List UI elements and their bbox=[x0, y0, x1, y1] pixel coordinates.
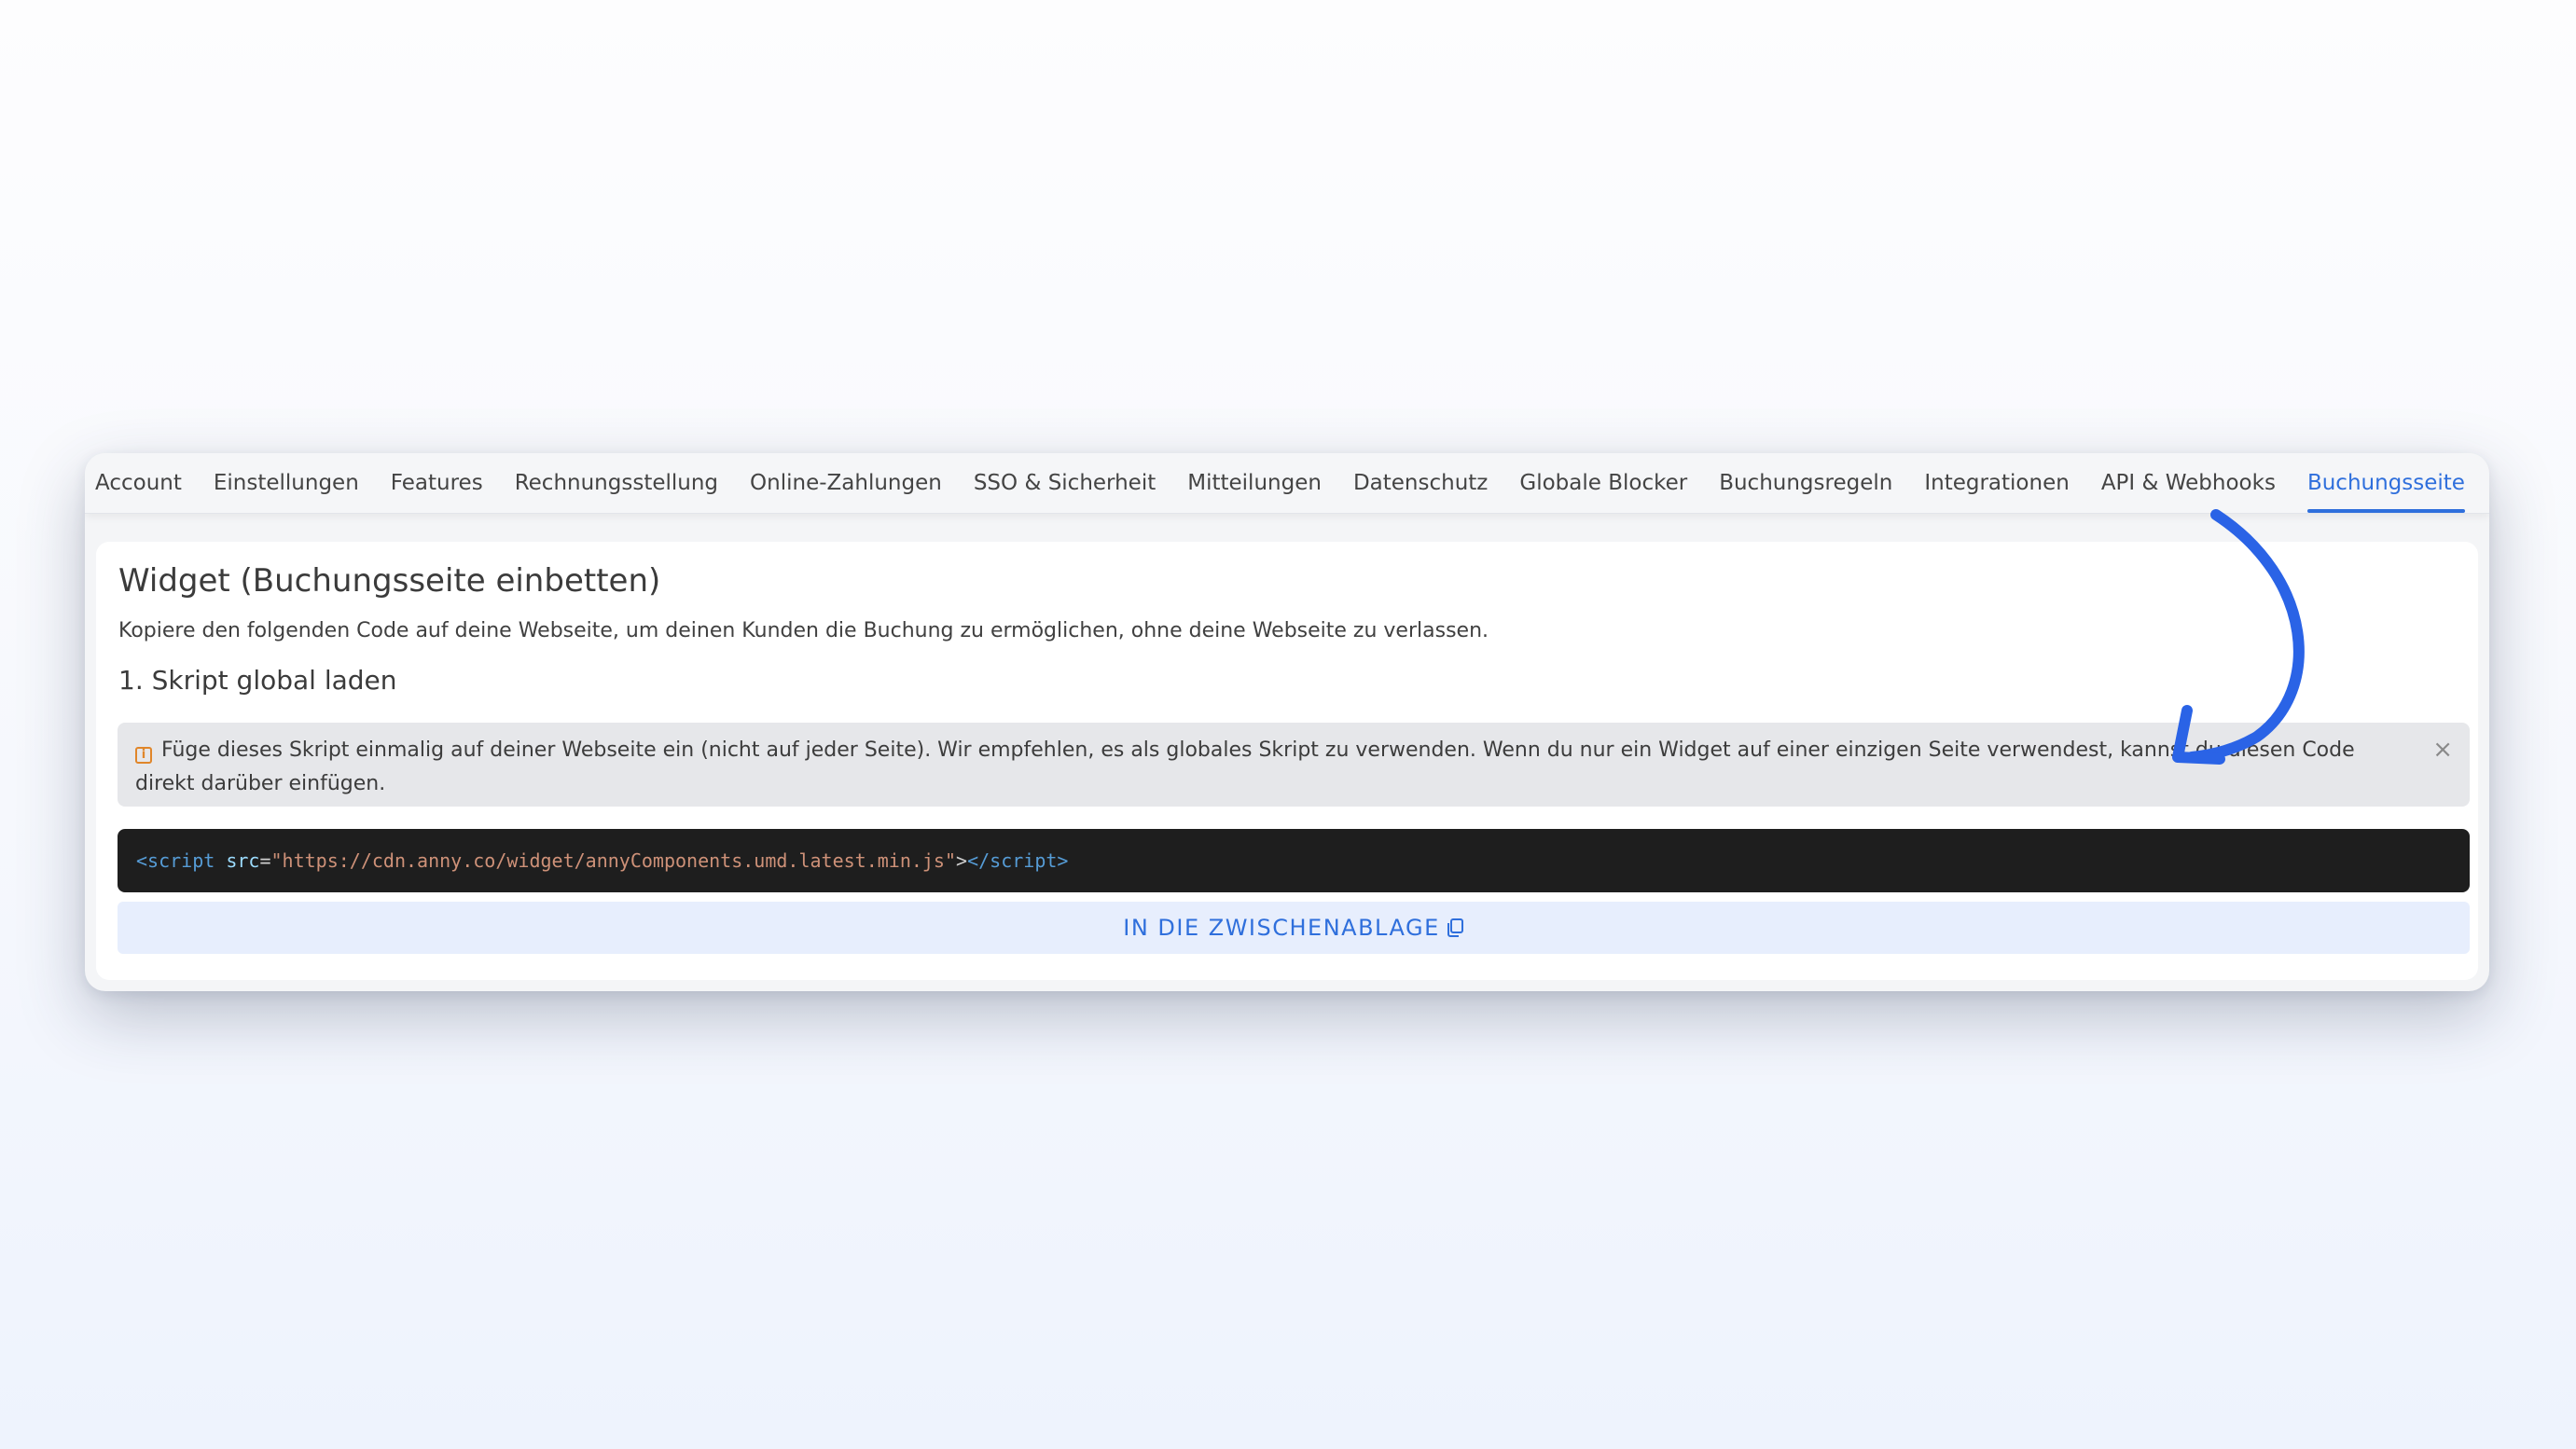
card-description: Kopiere den folgenden Code auf deine Web… bbox=[118, 619, 1489, 642]
tab-sso-sicherheit[interactable]: SSO & Sicherheit bbox=[974, 453, 1156, 513]
settings-window: Account Einstellungen Features Rechnungsste… bbox=[85, 453, 2489, 991]
code-close-tag: </script bbox=[967, 849, 1058, 872]
copy-icon bbox=[1447, 918, 1463, 937]
tab-mitteilungen[interactable]: Mitteilungen bbox=[1187, 453, 1322, 513]
tab-account[interactable]: Account bbox=[95, 453, 182, 513]
settings-tab-bar: Account Einstellungen Features Rechnungsste… bbox=[85, 453, 2489, 514]
code-snippet[interactable]: <script src="https://cdn.anny.co/widget/… bbox=[118, 829, 2470, 892]
code-equals: = bbox=[259, 849, 271, 872]
card-title: Widget (Buchungsseite einbetten) bbox=[118, 562, 661, 600]
tab-online-zahlungen[interactable]: Online-Zahlungen bbox=[750, 453, 942, 513]
tab-buchungsregeln[interactable]: Buchungsregeln bbox=[1719, 453, 1892, 513]
tab-buchungsseite[interactable]: Buchungsseite bbox=[2306, 453, 2465, 513]
code-end-gt: > bbox=[1057, 849, 1069, 872]
info-icon: i bbox=[135, 747, 152, 764]
code-gt: > bbox=[956, 849, 968, 872]
section-title: 1. Skript global laden bbox=[118, 665, 397, 696]
tab-integrationen[interactable]: Integrationen bbox=[1924, 453, 2069, 513]
close-icon[interactable]: × bbox=[2432, 736, 2453, 764]
info-alert: i Füge dieses Skript einmalig auf deiner … bbox=[118, 723, 2470, 807]
code-attr-value: "https://cdn.anny.co/widget/annyComponen… bbox=[270, 849, 957, 872]
tab-datenschutz[interactable]: Datenschutz bbox=[1353, 453, 1488, 513]
alert-text-wrap: i Füge dieses Skript einmalig auf deiner … bbox=[135, 738, 2355, 795]
tab-api-webhooks[interactable]: API & Webhooks bbox=[2101, 453, 2276, 513]
code-open-tag: <script bbox=[136, 849, 215, 872]
alert-text: Füge dieses Skript einmalig auf deiner W… bbox=[135, 738, 2355, 795]
copy-to-clipboard-button[interactable]: IN DIE ZWISCHENABLAGE bbox=[118, 902, 2470, 954]
tab-features[interactable]: Features bbox=[391, 453, 483, 513]
tab-globale-blocker[interactable]: Globale Blocker bbox=[1519, 453, 1687, 513]
widget-card: Widget (Buchungsseite einbetten) Kopiere… bbox=[96, 542, 2478, 980]
tab-list: Account Einstellungen Features Rechnungsste… bbox=[85, 453, 2489, 513]
tab-einstellungen[interactable]: Einstellungen bbox=[214, 453, 359, 513]
code-attr-name: src bbox=[226, 849, 260, 872]
tab-rechnungsstellung[interactable]: Rechnungsstellung bbox=[515, 453, 718, 513]
copy-button-label: IN DIE ZWISCHENABLAGE bbox=[1123, 915, 1440, 941]
